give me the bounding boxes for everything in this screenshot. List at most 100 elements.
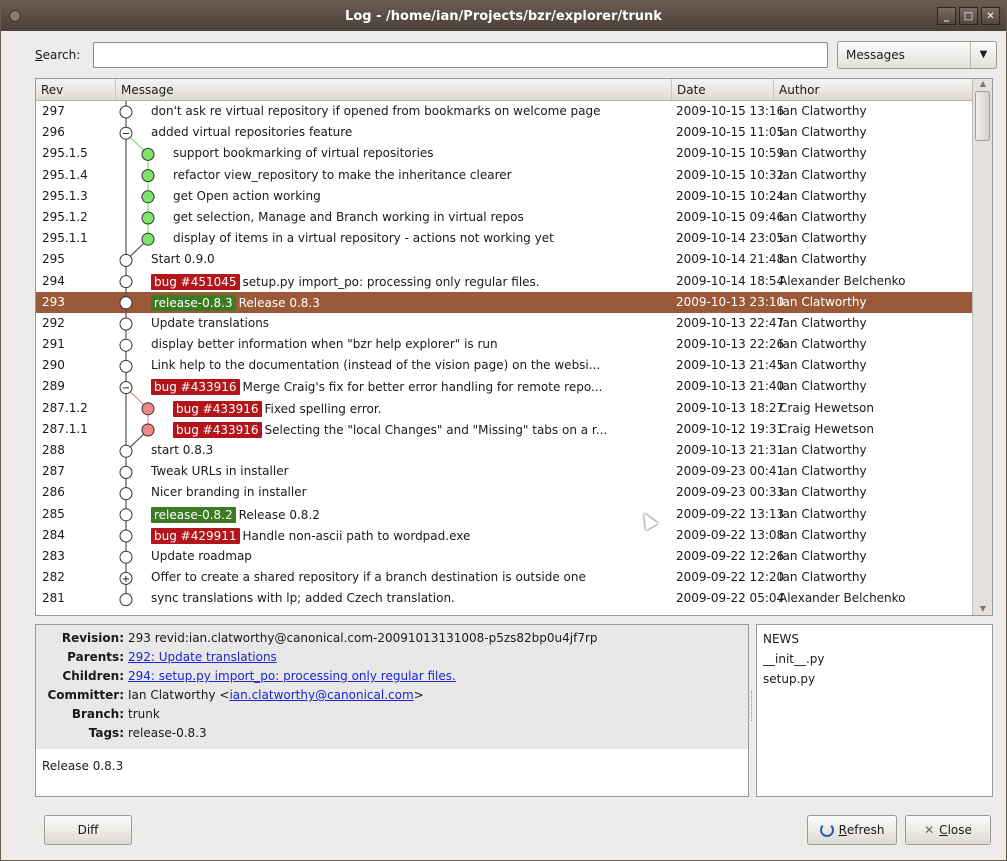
author-cell: Ian Clatworthy xyxy=(779,527,867,542)
maximize-button[interactable]: □ xyxy=(959,7,978,25)
message-text: support bookmarking of virtual repositor… xyxy=(173,146,434,161)
table-row[interactable]: 284 bug #429911 Handle non-ascii path to w… xyxy=(36,525,974,546)
table-row[interactable]: 295.1.2 get selection, Manage and Branch … xyxy=(36,207,974,228)
author-cell: Craig Hewetson xyxy=(779,400,874,415)
scroll-down-icon[interactable]: ▼ xyxy=(973,604,992,613)
rev-cell: 291 xyxy=(42,337,65,352)
message-cell: bug #433916 Merge Craig's fix for better … xyxy=(151,379,603,396)
message-text: get selection, Manage and Branch working… xyxy=(173,209,524,224)
date-cell: 2009-10-13 21:40 xyxy=(676,379,785,394)
refresh-button[interactable]: Refresh xyxy=(807,815,897,845)
message-cell: bug #451045 setup.py import_po: processin… xyxy=(151,273,540,290)
rev-cell: 295 xyxy=(42,252,65,267)
column-header-rev[interactable]: Rev xyxy=(36,79,116,101)
file-item[interactable]: NEWS xyxy=(763,629,986,649)
title-bar[interactable]: Log - /home/ian/Projects/bzr/explorer/tr… xyxy=(1,1,1006,31)
parent-link[interactable]: 292: Update translations xyxy=(128,650,277,664)
app-menu-icon[interactable] xyxy=(9,10,21,22)
bug-tag-badge: bug #433916 xyxy=(173,400,262,417)
file-item[interactable]: setup.py xyxy=(763,669,986,689)
table-row[interactable]: 287 Tweak URLs in installer 2009-09-23 00:… xyxy=(36,461,974,482)
panel-splitter[interactable] xyxy=(751,691,754,721)
date-cell: 2009-09-22 13:08 xyxy=(676,527,785,542)
scroll-up-icon[interactable]: ▲ xyxy=(973,79,992,88)
rev-cell: 295.1.1 xyxy=(42,231,88,246)
vertical-scrollbar[interactable]: ▲ ▼ xyxy=(972,79,992,615)
table-row[interactable]: 283 Update roadmap 2009-09-22 12:26 Ian Cla… xyxy=(36,546,974,567)
rev-cell: 286 xyxy=(42,485,65,500)
message-cell: release-0.8.3 Release 0.8.3 xyxy=(151,294,320,311)
date-cell: 2009-10-12 19:31 xyxy=(676,421,785,436)
bug-tag-badge: bug #451045 xyxy=(151,273,240,290)
table-row[interactable]: 293 release-0.8.3 Release 0.8.3 2009-10-13 … xyxy=(36,291,974,313)
table-row[interactable]: 286 Nicer branding in installer 2009-09-23… xyxy=(36,482,974,503)
committer-email-link[interactable]: ian.clatworthy@canonical.com xyxy=(229,688,413,702)
diff-button[interactable]: Diff xyxy=(44,815,132,845)
child-link[interactable]: 294: setup.py import_po: processing only… xyxy=(128,669,456,683)
refresh-icon xyxy=(819,823,834,837)
detail-parents: Parents: 292: Update translations xyxy=(67,650,277,664)
rev-cell: 296 xyxy=(42,125,65,140)
table-row[interactable]: 290 Link help to the documentation (inste… xyxy=(36,355,974,376)
table-row[interactable]: 282 Offer to create a shared repository i… xyxy=(36,567,974,588)
file-item[interactable]: __init__.py xyxy=(763,649,986,669)
rev-cell: 287 xyxy=(42,464,65,479)
message-text: Offer to create a shared repository if a… xyxy=(151,570,586,585)
date-cell: 2009-10-13 21:45 xyxy=(676,358,785,373)
table-row[interactable]: 288 start 0.8.3 2009-10-13 21:31 Ian Clatwo… xyxy=(36,440,974,461)
table-row[interactable]: 291 display better information when "bzr … xyxy=(36,334,974,355)
message-text: display of items in a virtual repository… xyxy=(173,231,554,246)
date-cell: 2009-10-14 18:54 xyxy=(676,273,785,288)
table-row[interactable]: 295 Start 0.9.0 2009-10-14 21:48 Ian Clatwo… xyxy=(36,249,974,270)
message-cell: bug #433916 Fixed spelling error. xyxy=(173,400,382,417)
message-cell: refactor view_repository to make the inh… xyxy=(173,168,512,182)
table-row[interactable]: 294 bug #451045 setup.py import_po: proces… xyxy=(36,271,974,292)
table-row[interactable]: 289 bug #433916 Merge Craig's fix for bett… xyxy=(36,376,974,397)
search-mode-value: Messages xyxy=(846,48,905,62)
table-row[interactable]: 281 sync translations with lp; added Czec… xyxy=(36,588,974,609)
close-window-button[interactable]: ✕ xyxy=(981,7,1000,25)
rev-cell: 295.1.3 xyxy=(42,188,88,203)
table-row[interactable]: 285 release-0.8.2 Release 0.8.2 2009-09-22 … xyxy=(36,504,974,525)
date-cell: 2009-10-15 13:16 xyxy=(676,104,785,118)
column-header-date[interactable]: Date xyxy=(672,79,774,101)
message-text: Selecting the "local Changes" and "Missi… xyxy=(264,422,608,437)
table-row[interactable]: 295.1.4 refactor view_repository to make … xyxy=(36,165,974,186)
column-header-author[interactable]: Author xyxy=(774,79,974,101)
message-text: Tweak URLs in installer xyxy=(151,464,289,479)
date-cell: 2009-10-13 18:27 xyxy=(676,400,785,415)
table-row[interactable]: 295.1.5 support bookmarking of virtual re… xyxy=(36,143,974,164)
table-row[interactable]: 292 Update translations 2009-10-13 22:47 Ia… xyxy=(36,313,974,334)
message-cell: Update roadmap xyxy=(151,549,252,563)
search-mode-select[interactable]: Messages ▼ xyxy=(837,41,997,69)
release-tag-badge: release-0.8.2 xyxy=(151,506,236,523)
table-row[interactable]: 295.1.1 display of items in a virtual rep… xyxy=(36,228,974,249)
message-text: Merge Craig's fix for better error handl… xyxy=(242,380,603,395)
message-text: display better information when "bzr hel… xyxy=(151,337,498,352)
table-row[interactable]: 297 don't ask re virtual repository if op… xyxy=(36,101,974,122)
table-row[interactable]: 287.1.2 bug #433916 Fixed spelling error. 2… xyxy=(36,398,974,419)
close-button[interactable]: ✕ Close xyxy=(905,815,991,845)
table-row[interactable]: 296 added virtual repositories feature 200… xyxy=(36,122,974,143)
date-cell: 2009-09-23 00:41 xyxy=(676,464,785,479)
column-header-message[interactable]: Message xyxy=(116,79,672,101)
table-row[interactable]: 287.1.1 bug #433916 Selecting the "local C… xyxy=(36,419,974,440)
message-cell: added virtual repositories feature xyxy=(151,125,352,139)
message-text: start 0.8.3 xyxy=(151,443,214,457)
table-row[interactable]: 295.1.3 get Open action working 2009-10-15… xyxy=(36,186,974,207)
detail-branch: Branch: trunk xyxy=(71,707,160,721)
changed-files-list[interactable]: NEWS __init__.py setup.py xyxy=(756,624,993,797)
author-cell: Ian Clatworthy xyxy=(779,379,867,394)
author-cell: Ian Clatworthy xyxy=(779,464,867,479)
author-cell: Ian Clatworthy xyxy=(779,104,867,118)
message-cell: bug #429911 Handle non-ascii path to word… xyxy=(151,527,470,544)
close-icon: ✕ xyxy=(924,823,935,837)
minimize-button[interactable]: _ xyxy=(937,7,956,25)
rev-cell: 295.1.4 xyxy=(42,167,88,182)
revision-log-table[interactable]: Rev Message Date Author 297 don't ask re … xyxy=(35,78,993,616)
message-text: added virtual repositories feature xyxy=(151,125,353,140)
message-text: Start 0.9.0 xyxy=(151,252,215,267)
message-cell: sync translations with lp; added Czech t… xyxy=(151,591,455,605)
search-input[interactable] xyxy=(93,42,828,68)
scrollbar-thumb[interactable] xyxy=(975,91,990,141)
